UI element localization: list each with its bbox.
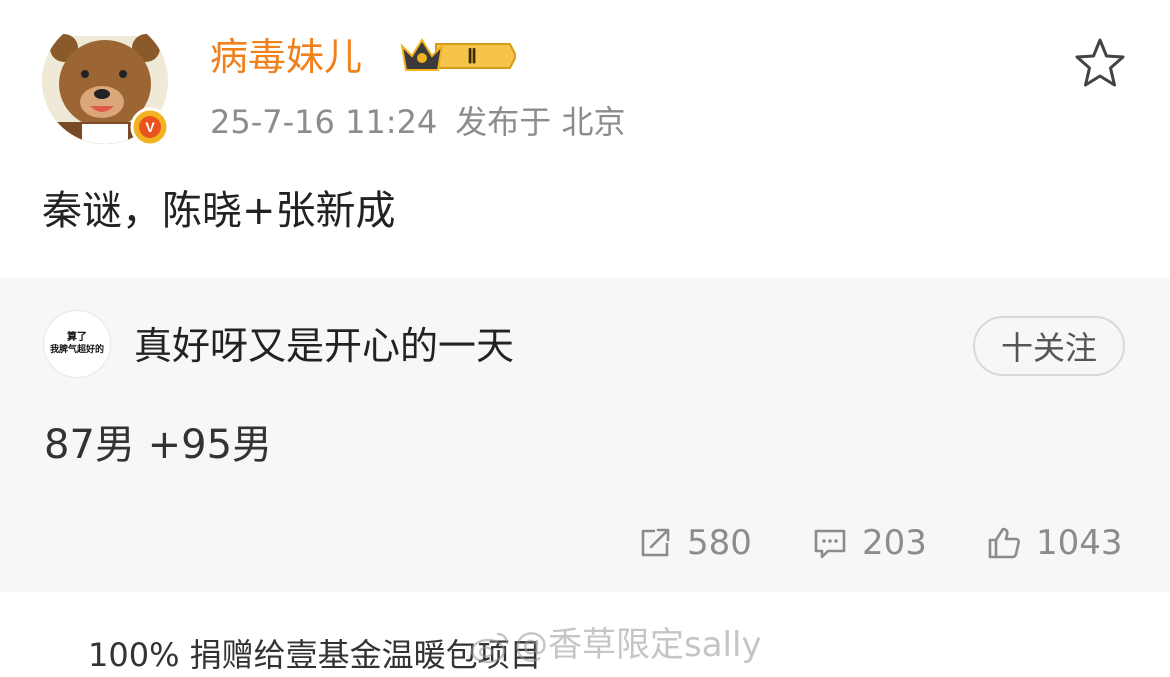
member-level-text: Ⅱ	[467, 46, 477, 68]
repost-user-avatar[interactable]: 算了 我脾气超好的	[43, 310, 111, 378]
reposted-card[interactable]: 算了 我脾气超好的 真好呀又是开心的一天 十关注 87男 +95男 580 20…	[0, 278, 1170, 592]
repost-username[interactable]: 真好呀又是开心的一天	[134, 322, 514, 370]
member-crown-icon[interactable]: Ⅱ	[398, 34, 518, 78]
comment-icon	[814, 529, 846, 559]
verified-badge: V	[130, 107, 170, 147]
weibo-post: V 病毒妹儿 Ⅱ 25-7-16 11:24 发布于 北京 秦谜，陈晓+张新成	[0, 0, 1170, 278]
like-action[interactable]: 1043	[986, 522, 1123, 564]
watermark: @香草限定sally	[470, 623, 762, 667]
thumbs-up-icon	[988, 527, 1020, 559]
watermark-text: @香草限定sally	[514, 625, 762, 665]
comment-count: 203	[862, 523, 927, 563]
like-count: 1043	[1036, 523, 1123, 563]
follow-button[interactable]: 十关注	[973, 316, 1125, 376]
repost-count: 580	[687, 523, 752, 563]
post-meta: 25-7-16 11:24 发布于 北京	[210, 102, 643, 142]
post-timestamp: 25-7-16 11:24	[210, 103, 438, 141]
repost-avatar-text-line2: 我脾气超好的	[49, 345, 104, 355]
repost-text: 87男 +95男	[44, 422, 273, 468]
post-location: 发布于 北京	[455, 103, 626, 141]
username[interactable]: 病毒妹儿	[210, 33, 362, 81]
repost-action[interactable]: 580	[637, 522, 752, 564]
verified-badge-letter: V	[145, 119, 155, 135]
weibo-logo-icon	[470, 632, 509, 663]
share-icon	[641, 528, 670, 557]
star-icon[interactable]	[1072, 36, 1128, 90]
post-text: 秦谜，陈晓+张新成	[42, 188, 396, 234]
repost-avatar-text-line1: 算了	[67, 332, 87, 343]
comment-action[interactable]: 203	[812, 522, 927, 564]
